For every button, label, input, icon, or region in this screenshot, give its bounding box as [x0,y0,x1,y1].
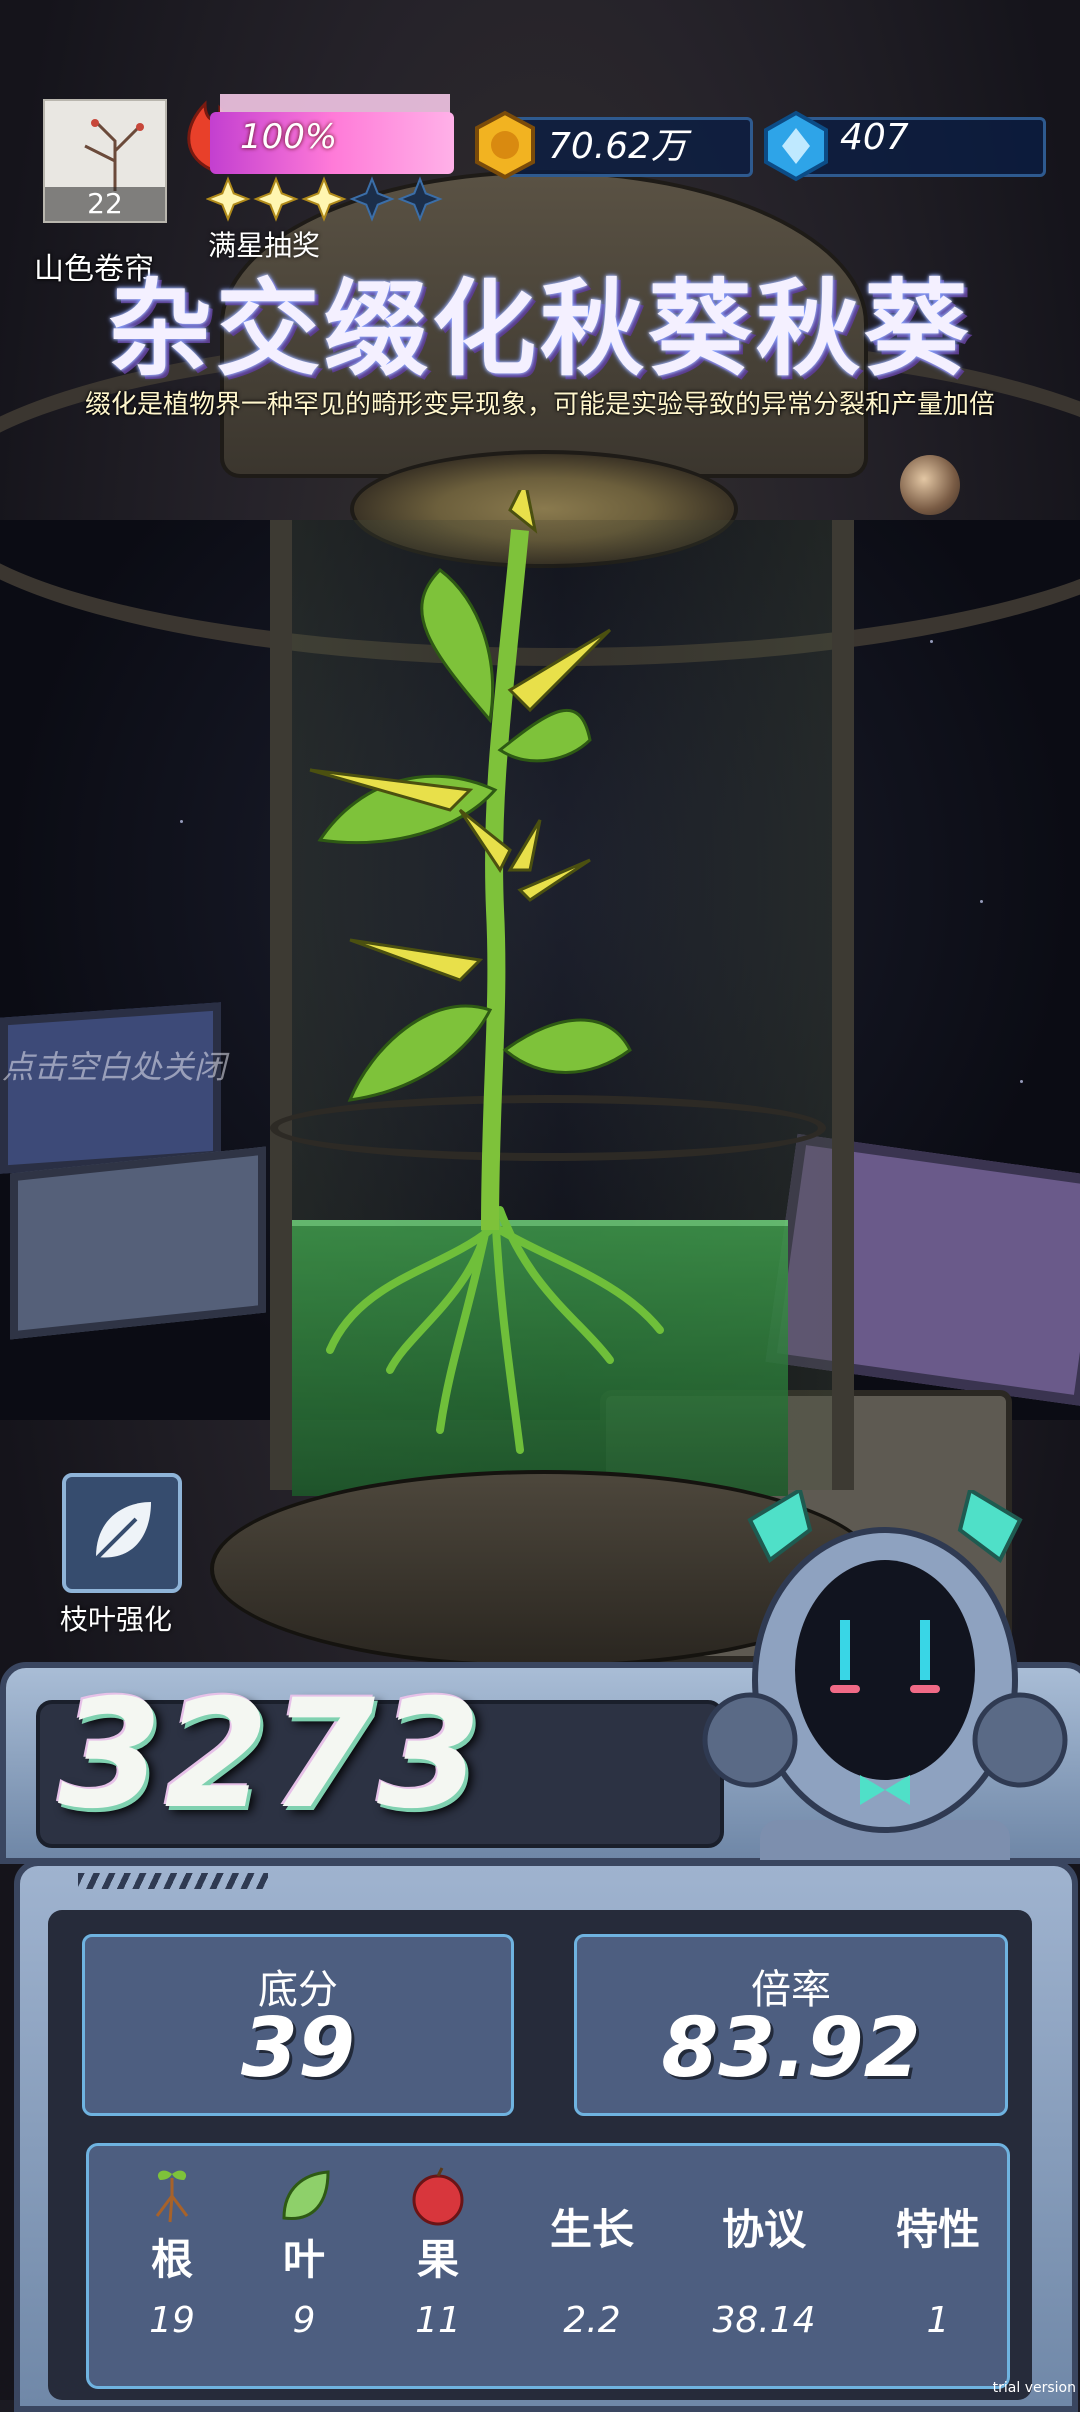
planet-decoration [900,455,960,515]
stat-growth-label: 生长 [549,2205,634,2254]
stat-protocol: 协议 38.14 [699,2146,829,2386]
stat-root: 根 19 [107,2146,237,2386]
multiplier-box: 倍率 83.92 [574,1934,1008,2116]
fruit-icon [412,2167,464,2226]
stat-growth: 生长 2.2 [527,2146,657,2386]
gem-icon [764,110,828,182]
gem-amount: 407 [840,117,909,158]
coin-amount: 70.62万 [548,126,688,167]
stat-leaf-value: 9 [292,2300,316,2341]
multiplier-value: 83.92 [661,2001,921,2096]
star-empty-icon [397,176,443,222]
base-score-value: 39 [240,2001,356,2096]
stat-root-label: 根 [150,2235,193,2284]
stat-leaf: 叶 9 [239,2146,369,2386]
stat-trait-label: 特性 [895,2205,980,2254]
stat-root-value: 19 [149,2300,195,2341]
stat-trait-value: 1 [926,2300,950,2341]
leaf-icon [92,1502,151,1563]
star-filled-icon [206,176,251,222]
stat-fruit: 果 11 [373,2146,503,2386]
stat-protocol-label: 协议 [721,2205,806,2254]
plant-title: 杂交缀化秋葵秋葵 [107,268,972,390]
star-filled-icon [301,176,347,222]
plant-description: 缀化是植物界一种罕见的畸形变异现象，可能是实验导致的异常分裂和产量加倍 [84,390,995,420]
base-score-box: 底分 39 [82,1934,514,2116]
leaf-icon [282,2170,330,2220]
robot-mascot[interactable] [690,1490,1080,1890]
trial-watermark: trial version [992,2380,1076,2396]
plant-stats: 根 19 叶 9 果 11 生长 2.2 协议 38.14 特性 1 [86,2143,1010,2389]
player-avatar[interactable]: 22 [43,99,167,223]
root-icon [155,2170,189,2223]
energy-percent: 100% [240,117,338,157]
okra-plant-image [309,490,664,1454]
left-monitor [0,1002,221,1174]
stat-growth-value: 2.2 [563,2300,621,2341]
stat-trait: 特性 1 [873,2146,1003,2386]
stat-fruit-label: 果 [416,2235,459,2284]
leaf-upgrade-label: 枝叶强化 [60,1603,173,1636]
total-score: 3273 [58,1668,484,1842]
stat-protocol-value: 38.14 [712,2300,816,2341]
coin-icon [475,110,535,180]
panel-stripe [78,1873,268,1889]
star-filled-icon [253,176,299,222]
left-console [10,1146,266,1340]
player-level: 22 [45,187,165,221]
leaf-upgrade-button[interactable] [62,1473,182,1593]
star-empty-icon [349,176,395,222]
close-hint[interactable]: 点击空白处关闭 [2,1042,226,1088]
stat-fruit-value: 11 [415,2300,461,2341]
stat-leaf-label: 叶 [282,2235,325,2284]
tree-icon [84,119,144,191]
star-rating[interactable] [206,176,456,222]
